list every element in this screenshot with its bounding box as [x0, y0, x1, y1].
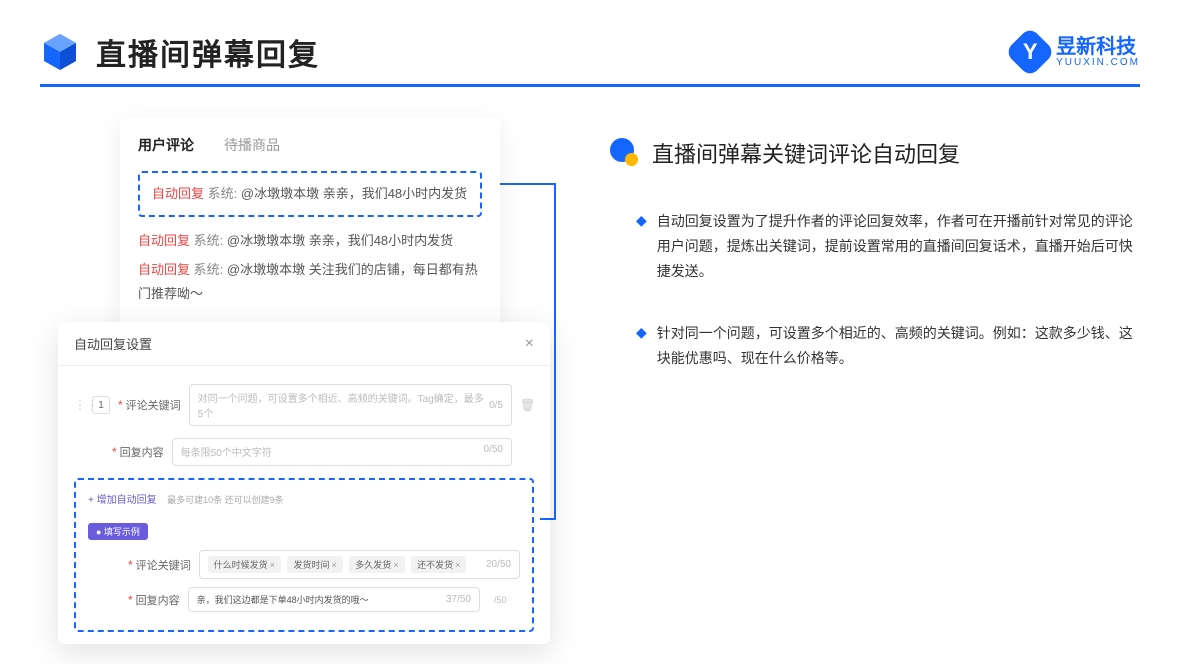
page-title: 直播间弹幕回复	[96, 30, 320, 74]
section-title-text: 直播间弹幕关键词评论自动回复	[652, 137, 960, 169]
bullet-diamond-icon: ◆	[636, 209, 647, 285]
bullet-text: 自动回复设置为了提升作者的评论回复效率，作者可在开播前针对常见的评论用户问题，提…	[657, 209, 1140, 285]
comments-tabs: 用户评论 待播商品	[138, 135, 482, 155]
header-divider	[40, 84, 1140, 87]
row-number: 1	[92, 396, 110, 414]
tab-user-comments[interactable]: 用户评论	[138, 135, 194, 155]
example-keyword-row: *评论关键词 什么时候发货× 发货时间× 多久发货× 还不发货× 20/50	[88, 550, 520, 579]
brand-icon: Y	[1005, 27, 1056, 78]
settings-card: 自动回复设置 × ⋮⋮ 1 *评论关键词 对同一个问题，可设置多个相近、高频的关…	[58, 322, 550, 644]
example-content-input[interactable]: 亲，我们这边都是下单48小时内发货的哦～ 37/50	[188, 587, 480, 612]
content-input[interactable]: 每条限50个中文字符 0/50	[172, 438, 512, 466]
tag: 什么时候发货×	[208, 556, 281, 573]
bullet-text: 针对同一个问题，可设置多个相近的、高频的关键词。例如：这款多少钱、这块能优惠吗、…	[657, 321, 1140, 371]
tag: 发货时间×	[287, 556, 342, 573]
bullet-item: ◆ 自动回复设置为了提升作者的评论回复效率，作者可在开播前针对常见的评论用户问题…	[610, 209, 1140, 285]
header-left: 直播间弹幕回复	[40, 30, 320, 74]
content-label: *回复内容	[112, 444, 164, 460]
page-header: 直播间弹幕回复 Y 昱新科技 YUUXIN.COM	[0, 0, 1180, 84]
example-keyword-input[interactable]: 什么时候发货× 发货时间× 多久发货× 还不发货× 20/50	[199, 550, 520, 579]
content-row: *回复内容 每条限50个中文字符 0/50	[74, 438, 534, 466]
keyword-row: ⋮⋮ 1 *评论关键词 对同一个问题，可设置多个相近、高频的关键词。Tag确定，…	[74, 384, 534, 426]
settings-body: ⋮⋮ 1 *评论关键词 对同一个问题，可设置多个相近、高频的关键词。Tag确定，…	[58, 366, 550, 644]
section-title-row: 直播间弹幕关键词评论自动回复	[610, 137, 1140, 169]
add-hint: 最多可建10条 还可以创建9条	[167, 495, 284, 505]
tab-pending-goods[interactable]: 待播商品	[224, 135, 280, 155]
brand-sub: YUUXIN.COM	[1056, 57, 1140, 68]
keyword-label: *评论关键词	[118, 397, 181, 413]
left-column: 用户评论 待播商品 自动回复 系统: @冰墩墩本墩 亲亲，我们48小时内发货 自…	[40, 117, 550, 407]
comment-body: @冰墩墩本墩 亲亲，我们48小时内发货	[241, 186, 467, 201]
comment-item: 自动回复 系统: @冰墩墩本墩 关注我们的店铺，每日都有热门推荐呦～	[138, 258, 482, 305]
bullet-item: ◆ 针对同一个问题，可设置多个相近的、高频的关键词。例如：这款多少钱、这块能优惠…	[610, 321, 1140, 371]
comments-card: 用户评论 待播商品 自动回复 系统: @冰墩墩本墩 亲亲，我们48小时内发货 自…	[120, 117, 500, 329]
highlighted-comment: 自动回复 系统: @冰墩墩本墩 亲亲，我们48小时内发货	[138, 171, 482, 217]
close-icon[interactable]: ×	[525, 335, 534, 353]
settings-header: 自动回复设置 ×	[58, 322, 550, 366]
bubble-icon	[610, 138, 640, 168]
settings-title: 自动回复设置	[74, 334, 152, 353]
brand-name: 昱新科技	[1056, 37, 1140, 57]
bullet-diamond-icon: ◆	[636, 321, 647, 371]
example-badge: ● 填写示例	[88, 523, 148, 540]
add-auto-reply-link[interactable]: + 增加自动回复	[88, 491, 157, 506]
right-column: 直播间弹幕关键词评论自动回复 ◆ 自动回复设置为了提升作者的评论回复效率，作者可…	[610, 117, 1140, 407]
drag-handle-icon[interactable]: ⋮⋮	[74, 398, 84, 412]
system-tag: 系统:	[208, 186, 238, 201]
keyword-input[interactable]: 对同一个问题，可设置多个相近、高频的关键词。Tag确定，最多5个 0/5	[189, 384, 512, 426]
tag: 还不发货×	[411, 556, 466, 573]
tag: 多久发货×	[349, 556, 404, 573]
comment-item: 自动回复 系统: @冰墩墩本墩 亲亲，我们48小时内发货	[138, 229, 482, 252]
brand-block: Y 昱新科技 YUUXIN.COM	[1012, 34, 1140, 70]
auto-reply-tag: 自动回复	[152, 186, 204, 201]
trash-icon[interactable]: 🗑	[520, 398, 534, 412]
content-area: 用户评论 待播商品 自动回复 系统: @冰墩墩本墩 亲亲，我们48小时内发货 自…	[0, 117, 1180, 407]
example-content-row: *回复内容 亲，我们这边都是下单48小时内发货的哦～ 37/50 /50	[88, 587, 520, 612]
cube-logo-icon	[40, 32, 80, 72]
example-box: + 增加自动回复 最多可建10条 还可以创建9条 ● 填写示例 *评论关键词 什…	[74, 478, 534, 632]
